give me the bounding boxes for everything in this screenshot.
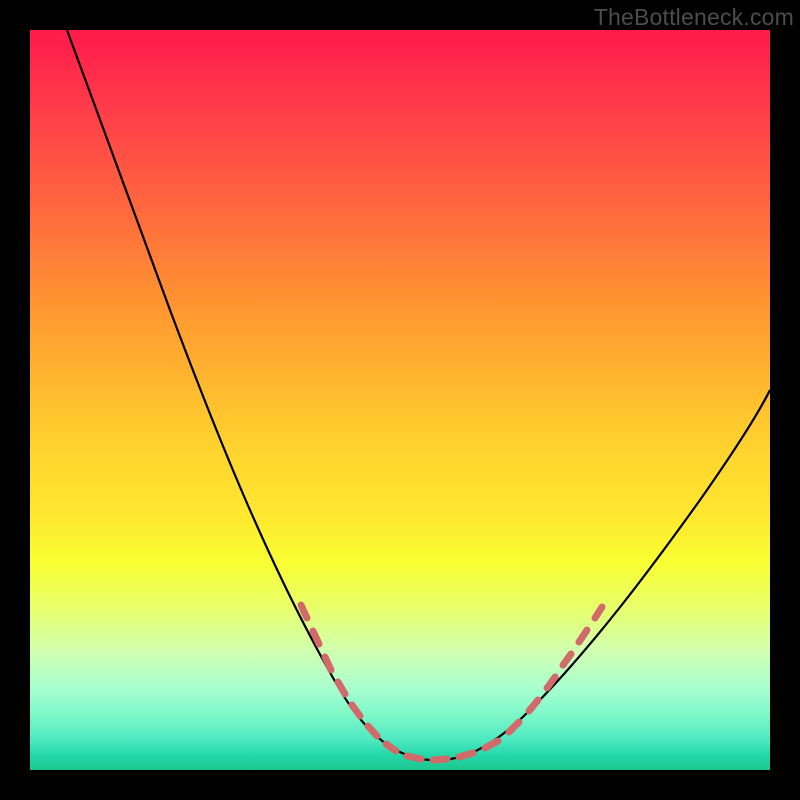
dash xyxy=(579,630,587,642)
watermark-text: TheBottleneck.com xyxy=(594,4,794,31)
dash xyxy=(563,654,571,665)
bottleneck-curve-path xyxy=(67,30,770,760)
dash xyxy=(301,605,307,618)
dash xyxy=(368,726,377,736)
dash xyxy=(386,744,396,751)
dash xyxy=(595,607,602,618)
chart-frame: TheBottleneck.com xyxy=(0,0,800,800)
dash xyxy=(459,753,473,757)
curve-layer xyxy=(30,30,770,770)
dash xyxy=(352,705,360,716)
dash xyxy=(338,682,345,694)
dash xyxy=(433,759,447,760)
dash xyxy=(509,722,519,732)
dash xyxy=(407,756,421,759)
dash xyxy=(529,700,538,711)
dash xyxy=(485,741,498,748)
dash xyxy=(325,657,331,670)
